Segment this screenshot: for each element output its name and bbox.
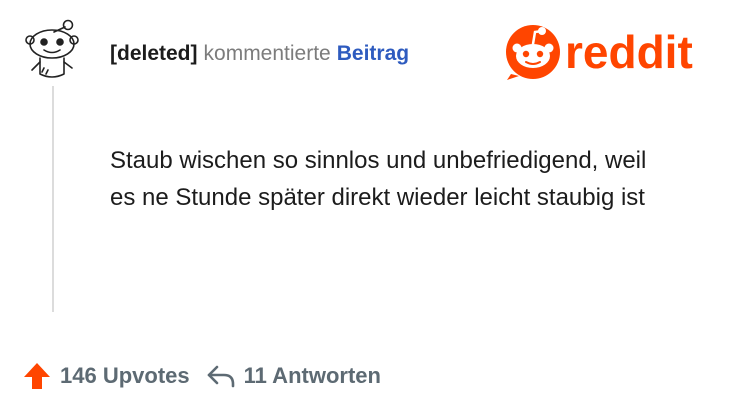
reddit-logo: reddit [503,22,718,82]
brand-wordmark: reddit [565,26,693,78]
snoo-avatar-icon [25,19,79,78]
action-text: kommentierte [203,42,331,65]
upvote-arrow-icon [24,363,50,389]
reply-arrow-icon [207,365,234,388]
upvote-button[interactable]: 146 Upvotes [22,361,190,391]
reply-count: 11 Antworten [243,363,381,388]
upvote-count: 146 Upvotes [60,363,190,388]
reddit-snoo-logo-icon: reddit [506,25,693,80]
author-name[interactable]: [deleted] [110,42,198,65]
post-link[interactable]: Beitrag [337,42,409,65]
thread-line [52,86,54,312]
comment-actions: 146 Upvotes 11 Antworten [22,358,381,394]
comment-header: [deleted] kommentierte Beitrag [110,40,409,68]
comment-body: Staub wischen so sinnlos und unbefriedig… [110,147,647,211]
avatar [24,18,80,80]
replies-button[interactable]: 11 Antworten [206,363,381,389]
